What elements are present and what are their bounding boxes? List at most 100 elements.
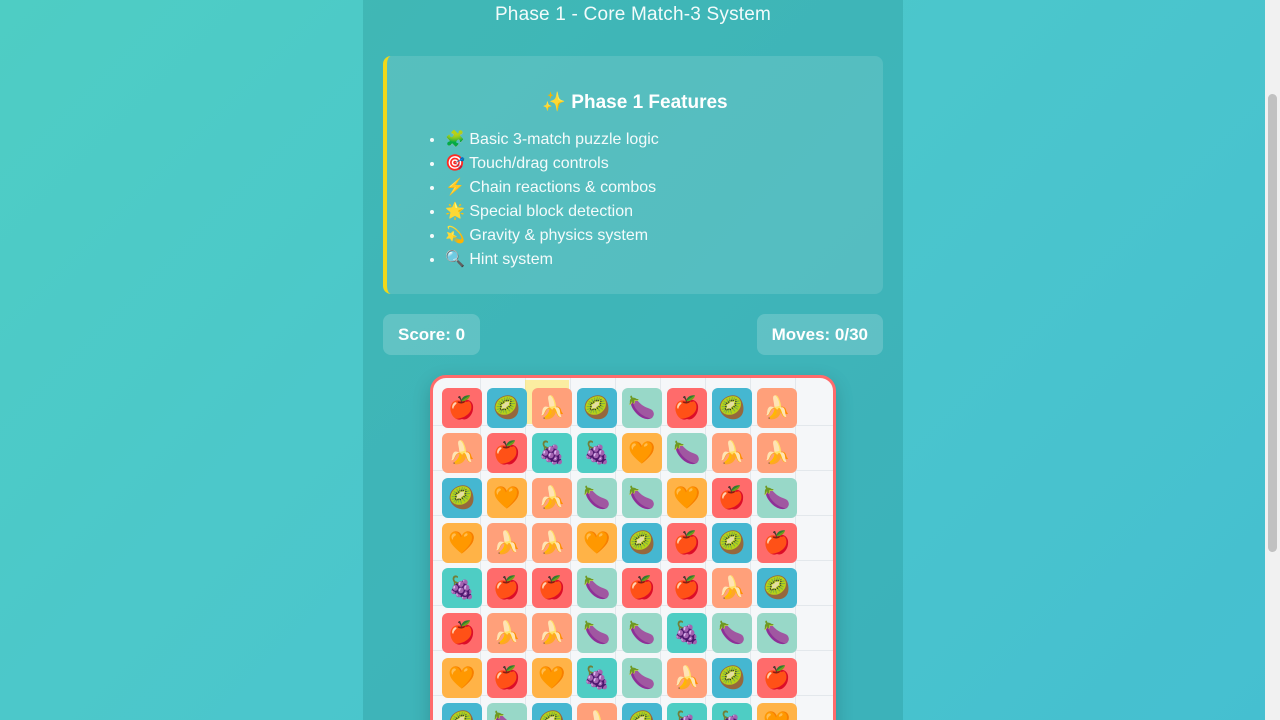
banana-tile[interactable]: 🍌: [487, 613, 527, 653]
kiwi-tile[interactable]: 🥝: [712, 658, 752, 698]
heart-tile[interactable]: 🧡: [487, 478, 527, 518]
grape-tile[interactable]: 🍇: [577, 658, 617, 698]
banana-tile[interactable]: 🍌: [532, 388, 572, 428]
kiwi-tile[interactable]: 🥝: [757, 568, 797, 608]
apple-tile[interactable]: 🍎: [532, 568, 572, 608]
kiwi-tile[interactable]: 🥝: [442, 478, 482, 518]
apple-tile[interactable]: 🍎: [442, 613, 482, 653]
heart-tile[interactable]: 🧡: [532, 658, 572, 698]
banana-tile[interactable]: 🍌: [487, 523, 527, 563]
grape-tile[interactable]: 🍇: [577, 433, 617, 473]
page-subtitle: Phase 1 - Core Match-3 System: [494, 4, 772, 25]
grape-icon: 🍇: [448, 575, 476, 601]
kiwi-icon: 🥝: [718, 530, 746, 556]
eggplant-icon: 🍆: [628, 485, 656, 511]
heart-tile[interactable]: 🧡: [577, 523, 617, 563]
apple-icon: 🍎: [538, 575, 566, 601]
banana-icon: 🍌: [763, 440, 791, 466]
eggplant-tile[interactable]: 🍆: [577, 613, 617, 653]
apple-tile[interactable]: 🍎: [622, 568, 662, 608]
kiwi-tile[interactable]: 🥝: [532, 703, 572, 720]
grape-tile[interactable]: 🍇: [712, 703, 752, 720]
apple-tile[interactable]: 🍎: [667, 523, 707, 563]
banana-icon: 🍌: [718, 575, 746, 601]
grape-tile[interactable]: 🍇: [532, 433, 572, 473]
kiwi-tile[interactable]: 🥝: [577, 388, 617, 428]
features-title: ✨ Phase 1 Features: [542, 92, 728, 113]
grape-icon: 🍇: [538, 440, 566, 466]
banana-tile[interactable]: 🍌: [667, 658, 707, 698]
banana-tile[interactable]: 🍌: [757, 388, 797, 428]
apple-tile[interactable]: 🍎: [487, 433, 527, 473]
eggplant-tile[interactable]: 🍆: [757, 478, 797, 518]
eggplant-tile[interactable]: 🍆: [487, 703, 527, 720]
banana-tile[interactable]: 🍌: [532, 613, 572, 653]
banana-tile[interactable]: 🍌: [712, 433, 752, 473]
apple-tile[interactable]: 🍎: [712, 478, 752, 518]
apple-tile[interactable]: 🍎: [487, 658, 527, 698]
features-list: 🧩 Basic 3-match puzzle logic 🎯 Touch/dra…: [425, 128, 659, 272]
banana-tile[interactable]: 🍌: [712, 568, 752, 608]
grape-icon: 🍇: [583, 440, 611, 466]
heart-tile[interactable]: 🧡: [622, 433, 662, 473]
apple-tile[interactable]: 🍎: [487, 568, 527, 608]
kiwi-tile[interactable]: 🥝: [487, 388, 527, 428]
heart-tile[interactable]: 🧡: [757, 703, 797, 720]
kiwi-icon: 🥝: [448, 485, 476, 511]
apple-tile[interactable]: 🍎: [442, 388, 482, 428]
eggplant-tile[interactable]: 🍆: [712, 613, 752, 653]
apple-tile[interactable]: 🍎: [667, 388, 707, 428]
kiwi-tile[interactable]: 🥝: [712, 388, 752, 428]
eggplant-tile[interactable]: 🍆: [757, 613, 797, 653]
banana-tile[interactable]: 🍌: [442, 433, 482, 473]
apple-icon: 🍎: [673, 530, 701, 556]
kiwi-tile[interactable]: 🥝: [442, 703, 482, 720]
banana-icon: 🍌: [538, 530, 566, 556]
eggplant-icon: 🍆: [673, 440, 701, 466]
heart-icon: 🧡: [448, 665, 476, 691]
banana-icon: 🍌: [583, 711, 610, 720]
grape-tile[interactable]: 🍇: [667, 613, 707, 653]
page-scrollbar[interactable]: [1265, 0, 1280, 720]
kiwi-tile[interactable]: 🥝: [622, 523, 662, 563]
eggplant-icon: 🍆: [583, 575, 611, 601]
apple-icon: 🍎: [448, 395, 476, 421]
apple-tile[interactable]: 🍎: [757, 523, 797, 563]
eggplant-tile[interactable]: 🍆: [622, 388, 662, 428]
kiwi-icon: 🥝: [448, 711, 475, 720]
scrollbar-thumb[interactable]: [1268, 94, 1277, 552]
eggplant-tile[interactable]: 🍆: [622, 613, 662, 653]
heart-tile[interactable]: 🧡: [442, 658, 482, 698]
kiwi-tile[interactable]: 🥝: [622, 703, 662, 720]
eggplant-tile[interactable]: 🍆: [667, 433, 707, 473]
heart-icon: 🧡: [493, 485, 521, 511]
apple-icon: 🍎: [493, 575, 521, 601]
eggplant-icon: 🍆: [493, 711, 520, 720]
eggplant-tile[interactable]: 🍆: [577, 568, 617, 608]
eggplant-tile[interactable]: 🍆: [577, 478, 617, 518]
banana-icon: 🍌: [538, 620, 566, 646]
apple-tile[interactable]: 🍎: [757, 658, 797, 698]
grape-tile[interactable]: 🍇: [667, 703, 707, 720]
score-display: Score: 0: [383, 314, 481, 355]
apple-icon: 🍎: [673, 575, 701, 601]
kiwi-icon: 🥝: [718, 395, 746, 421]
banana-tile[interactable]: 🍌: [532, 523, 572, 563]
heart-tile[interactable]: 🧡: [667, 478, 707, 518]
kiwi-icon: 🥝: [628, 530, 656, 556]
eggplant-tile[interactable]: 🍆: [622, 658, 662, 698]
kiwi-icon: 🥝: [493, 395, 521, 421]
feature-item: 🔍 Hint system: [445, 248, 659, 272]
banana-tile[interactable]: 🍌: [757, 433, 797, 473]
banana-tile[interactable]: 🍌: [532, 478, 572, 518]
eggplant-tile[interactable]: 🍆: [622, 478, 662, 518]
banana-icon: 🍌: [538, 395, 566, 421]
banana-icon: 🍌: [673, 665, 701, 691]
grape-tile[interactable]: 🍇: [442, 568, 482, 608]
apple-tile[interactable]: 🍎: [667, 568, 707, 608]
banana-tile[interactable]: 🍌: [577, 703, 617, 720]
heart-tile[interactable]: 🧡: [442, 523, 482, 563]
banana-icon: 🍌: [538, 485, 566, 511]
game-board[interactable]: 🍎 🥝 🍌 🥝 🍆 🍎 🥝 🍌 🍌 🍎 🍇 🍇 🧡 🍆 🍌 🍌 🥝 🧡 🍌 🍆 🍆 🧡 🍎 🍆 🧡 🍌 🍌 🧡 🥝 🍎 🥝 🍎 🍇 🍎 🍎 🍆 🍎 🍎 🍌 🥝…: [430, 375, 836, 720]
kiwi-tile[interactable]: 🥝: [712, 523, 752, 563]
